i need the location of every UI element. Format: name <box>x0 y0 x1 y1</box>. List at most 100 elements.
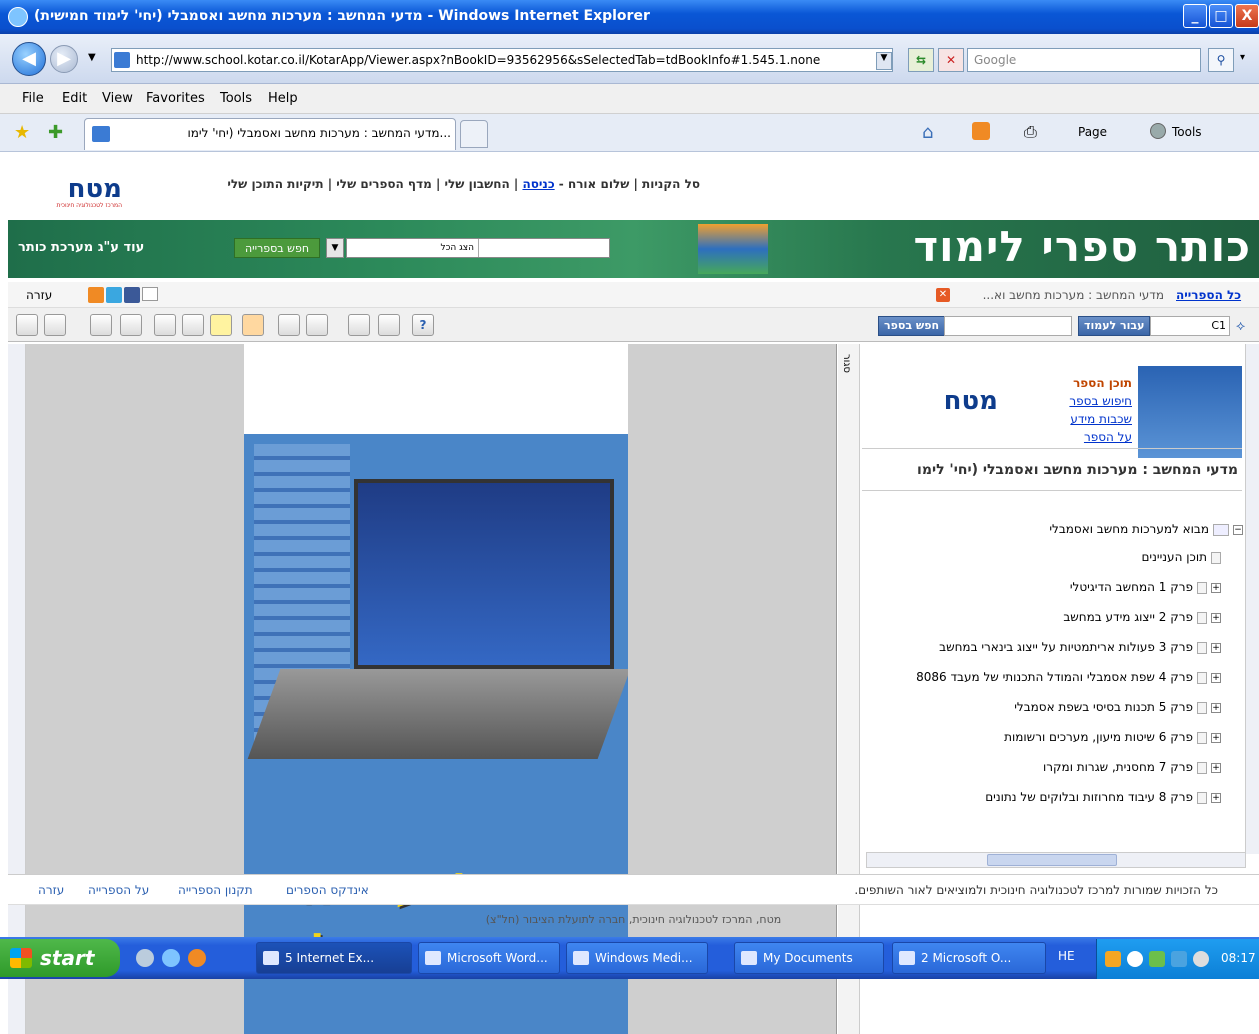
duplicate-page-icon[interactable] <box>154 314 176 336</box>
toc-item-label[interactable]: פרק 6 שיטות מיעון, מערכים ורשומות <box>1004 730 1193 744</box>
toc-item-5[interactable]: +פרק 5 תכנות בסיסי בשפת אסמבלי <box>1014 700 1221 714</box>
sidebar-link-about[interactable]: על הספר <box>1048 428 1132 446</box>
tab-active[interactable]: ...מדעי המחשב : מערכות מחשב ואסמבלי (יחי… <box>84 118 456 150</box>
fit-width-icon[interactable] <box>348 314 370 336</box>
email-icon[interactable] <box>142 287 158 301</box>
header-links-prefix[interactable]: סל הקניות | שלום אורח - <box>555 177 700 191</box>
search-options-icon[interactable]: ▾ <box>1240 52 1245 63</box>
tray-icon-3[interactable] <box>1149 951 1165 967</box>
search-in-book-input[interactable] <box>944 316 1072 336</box>
goto-page-button[interactable]: עבור לעמוד <box>1078 316 1151 336</box>
toc-item-label[interactable]: פרק 8 עיבוד מחרוזות ובלוקים של נתונים <box>985 790 1193 804</box>
toc-root-label[interactable]: מבוא למערכות מחשב ואסמבלי <box>1049 522 1209 536</box>
sidebar-vertical-scrollbar[interactable] <box>1245 344 1259 854</box>
print-icon[interactable]: ⎙ <box>1024 122 1037 142</box>
rss-icon[interactable] <box>88 287 104 303</box>
minimize-button[interactable]: _ <box>1183 4 1207 28</box>
sidebar-link-layers[interactable]: שכבות מידע <box>1048 410 1132 428</box>
task-label[interactable]: My Documents <box>763 951 853 965</box>
page-number-input[interactable]: C1 <box>1150 316 1230 336</box>
search-scope-dropdown-icon[interactable]: ▼ <box>326 238 344 258</box>
forward-button[interactable]: ▶ <box>50 45 78 73</box>
library-icon[interactable] <box>16 314 38 336</box>
back-button[interactable]: ◀ <box>12 42 46 76</box>
clock[interactable]: 08:17 <box>1221 951 1256 965</box>
sidebar-close-label[interactable]: סגור <box>841 354 852 373</box>
task-internet-explorer[interactable]: 5 Internet Ex... <box>256 942 412 974</box>
facebook-icon[interactable] <box>124 287 140 303</box>
toc-item-0[interactable]: תוכן העניינים <box>1141 550 1221 564</box>
toc-item-label[interactable]: פרק 5 תכנות בסיסי בשפת אסמבלי <box>1014 700 1193 714</box>
page-menu[interactable]: Page <box>1078 125 1107 139</box>
login-link[interactable]: כניסה <box>522 177 554 191</box>
search-icon[interactable]: ⚲ <box>1208 48 1234 72</box>
zoom-out-icon[interactable] <box>306 314 328 336</box>
toc-item-1[interactable]: +פרק 1 המחשב הדיגיטלי <box>1070 580 1221 594</box>
toc-item-6[interactable]: +פרק 6 שיטות מיעון, מערכים ורשומות <box>1004 730 1221 744</box>
expand-arrows-icon[interactable]: ⟡ <box>1236 318 1245 334</box>
tools-gear-icon[interactable] <box>1150 123 1166 139</box>
task-windows-media[interactable]: Windows Medi... <box>566 942 708 974</box>
task-word[interactable]: Microsoft Word... <box>418 942 560 974</box>
tray-icon-2[interactable] <box>1127 951 1143 967</box>
footer-library-terms[interactable]: תקנון הספרייה <box>178 883 253 897</box>
toc-item-2[interactable]: +פרק 2 ייצוג מידע במחשב <box>1063 610 1221 624</box>
add-favorite-icon[interactable]: ✚ <box>48 122 63 143</box>
toc-item-label[interactable]: פרק 1 המחשב הדיגיטלי <box>1070 580 1193 594</box>
maximize-button[interactable]: □ <box>1209 4 1233 28</box>
footer-help[interactable]: עזרה <box>38 883 64 897</box>
quicklaunch-icon-3[interactable] <box>188 949 206 967</box>
stop-icon[interactable]: ✕ <box>938 48 964 72</box>
menu-file[interactable]: File <box>22 91 44 106</box>
task-microsoft-office[interactable]: 2 Microsoft O... <box>892 942 1046 974</box>
single-page-icon[interactable] <box>182 314 204 336</box>
tray-icon-4[interactable] <box>1171 951 1187 967</box>
url-dropdown-icon[interactable]: ▼ <box>876 52 892 70</box>
toc-item-label[interactable]: תוכן העניינים <box>1141 550 1207 564</box>
search-in-book-button[interactable]: חפש בספר <box>878 316 946 336</box>
language-indicator[interactable]: HE <box>1058 949 1075 963</box>
toc-item-4[interactable]: +פרק 4 שפת אסמבלי והמודל התכנותי של מעבד… <box>916 670 1221 684</box>
toc-item-label[interactable]: פרק 7 מחסנית, שגרות ומקרו <box>1043 760 1193 774</box>
favorites-star-icon[interactable]: ★ <box>14 122 30 143</box>
search-input[interactable]: Google <box>967 48 1201 72</box>
footer-about-library[interactable]: על הספרייה <box>88 883 149 897</box>
sidebar-horizontal-scrollbar[interactable] <box>866 852 1246 868</box>
toc-root[interactable]: −מבוא למערכות מחשב ואסמבלי <box>1049 522 1243 536</box>
twitter-icon[interactable] <box>106 287 122 303</box>
url-input[interactable]: http://www.school.kotar.co.il/KotarApp/V… <box>111 48 893 72</box>
toc-item-label[interactable]: פרק 3 פעולות אריתמטיות על ייצוג בינארי ב… <box>939 640 1193 654</box>
menu-view[interactable]: View <box>102 91 133 106</box>
add-folder-icon[interactable] <box>44 314 66 336</box>
task-label[interactable]: 5 Internet Ex... <box>285 951 374 965</box>
menu-favorites[interactable]: Favorites <box>146 91 205 106</box>
help-icon[interactable]: ? <box>412 314 434 336</box>
menu-edit[interactable]: Edit <box>62 91 87 106</box>
new-tab-button[interactable] <box>460 120 488 148</box>
header-links-rest[interactable]: | החשבון שלי | מדף הספרים שלי | תיקיות ה… <box>227 177 522 191</box>
zoom-in-icon[interactable] <box>278 314 300 336</box>
window-title-bar[interactable]: (מדעי המחשב : מערכות מחשב ואסמבלי (יחי' … <box>0 0 1259 34</box>
scrollbar-thumb[interactable] <box>987 854 1117 866</box>
toc-item-label[interactable]: פרק 2 ייצוג מידע במחשב <box>1063 610 1193 624</box>
breadcrumb-all-library[interactable]: כל הספרייה <box>1176 288 1241 302</box>
banner-more-link[interactable]: עוד ע"ג מערכת כותר <box>18 240 144 255</box>
library-search-input[interactable]: הצג הכל <box>346 238 610 258</box>
highlighter-icon[interactable] <box>210 314 232 336</box>
book-thumbnail[interactable] <box>1138 366 1242 458</box>
home-icon[interactable]: ⌂ <box>922 122 933 143</box>
task-label[interactable]: 2 Microsoft O... <box>921 951 1011 965</box>
feeds-icon[interactable] <box>972 122 990 140</box>
breadcrumb-book[interactable]: מדעי המחשב : מערכות מחשב וא... <box>954 288 1164 302</box>
task-label[interactable]: Windows Medi... <box>595 951 693 965</box>
task-label[interactable]: Microsoft Word... <box>447 951 548 965</box>
tools-menu[interactable]: Tools <box>1172 125 1202 139</box>
fit-page-icon[interactable] <box>378 314 400 336</box>
menu-tools[interactable]: Tools <box>220 91 252 106</box>
sidebar-link-search[interactable]: חיפוש בספר <box>1048 392 1132 410</box>
toc-item-3[interactable]: +פרק 3 פעולות אריתמטיות על ייצוג בינארי … <box>939 640 1221 654</box>
history-dropdown-icon[interactable]: ▼ <box>88 52 96 63</box>
toc-item-8[interactable]: +פרק 8 עיבוד מחרוזות ובלוקים של נתונים <box>985 790 1221 804</box>
print-page-icon[interactable] <box>90 314 112 336</box>
tray-icon-1[interactable] <box>1105 951 1121 967</box>
